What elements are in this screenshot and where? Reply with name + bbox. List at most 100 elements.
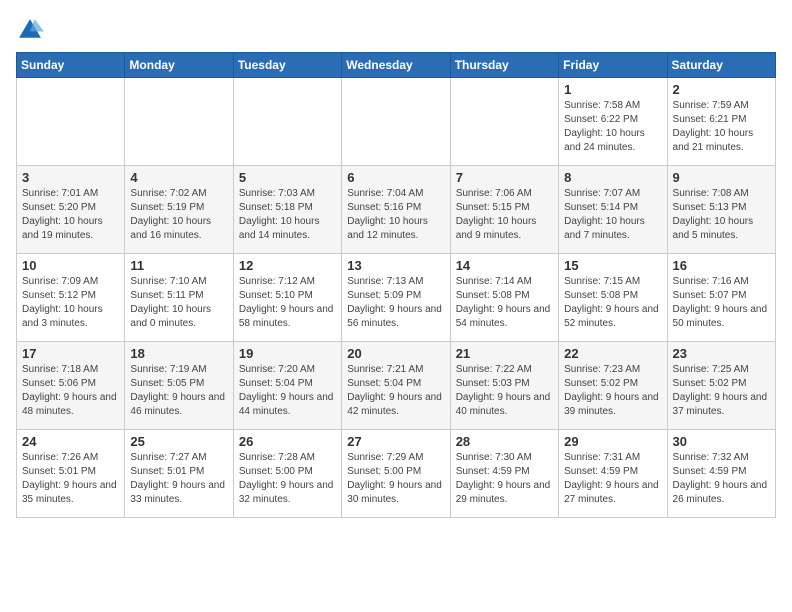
day-number: 19 (239, 346, 336, 361)
calendar-cell: 4 Sunrise: 7:02 AM Sunset: 5:19 PM Daylig… (125, 166, 233, 254)
day-number: 13 (347, 258, 444, 273)
day-number: 1 (564, 82, 661, 97)
calendar-cell: 6 Sunrise: 7:04 AM Sunset: 5:16 PM Daylig… (342, 166, 450, 254)
weekday-header-tuesday: Tuesday (233, 53, 341, 78)
day-number: 11 (130, 258, 227, 273)
day-number: 27 (347, 434, 444, 449)
weekday-header-sunday: Sunday (17, 53, 125, 78)
weekday-header-wednesday: Wednesday (342, 53, 450, 78)
day-info: Sunrise: 7:09 AM Sunset: 5:12 PM Dayligh… (22, 275, 119, 331)
day-info: Sunrise: 7:18 AM Sunset: 5:06 PM Dayligh… (22, 363, 119, 419)
day-info: Sunrise: 7:20 AM Sunset: 5:04 PM Dayligh… (239, 363, 336, 419)
day-number: 29 (564, 434, 661, 449)
calendar-cell: 5 Sunrise: 7:03 AM Sunset: 5:18 PM Daylig… (233, 166, 341, 254)
calendar-cell: 17 Sunrise: 7:18 AM Sunset: 5:06 PM Dayli… (17, 342, 125, 430)
day-number: 28 (456, 434, 553, 449)
day-info: Sunrise: 7:32 AM Sunset: 4:59 PM Dayligh… (673, 451, 770, 507)
day-info: Sunrise: 7:23 AM Sunset: 5:02 PM Dayligh… (564, 363, 661, 419)
day-number: 15 (564, 258, 661, 273)
calendar-cell: 15 Sunrise: 7:15 AM Sunset: 5:08 PM Dayli… (559, 254, 667, 342)
day-info: Sunrise: 7:10 AM Sunset: 5:11 PM Dayligh… (130, 275, 227, 331)
calendar-cell: 1 Sunrise: 7:58 AM Sunset: 6:22 PM Daylig… (559, 78, 667, 166)
day-info: Sunrise: 7:12 AM Sunset: 5:10 PM Dayligh… (239, 275, 336, 331)
calendar-body: 1 Sunrise: 7:58 AM Sunset: 6:22 PM Daylig… (17, 78, 776, 518)
calendar-cell: 3Sunrise: 7:01 AM Sunset: 5:20 PM Daylig… (17, 166, 125, 254)
day-number: 3 (22, 170, 119, 185)
calendar-cell: 9 Sunrise: 7:08 AM Sunset: 5:13 PM Daylig… (667, 166, 775, 254)
day-number: 24 (22, 434, 119, 449)
calendar-cell: 16Sunrise: 7:16 AM Sunset: 5:07 PM Dayli… (667, 254, 775, 342)
calendar-cell: 7 Sunrise: 7:06 AM Sunset: 5:15 PM Daylig… (450, 166, 558, 254)
calendar-cell (125, 78, 233, 166)
calendar-cell: 21 Sunrise: 7:22 AM Sunset: 5:03 PM Dayli… (450, 342, 558, 430)
day-number: 23 (673, 346, 770, 361)
calendar-cell: 11 Sunrise: 7:10 AM Sunset: 5:11 PM Dayli… (125, 254, 233, 342)
calendar-cell (233, 78, 341, 166)
calendar-cell: 18 Sunrise: 7:19 AM Sunset: 5:05 PM Dayli… (125, 342, 233, 430)
day-info: Sunrise: 7:08 AM Sunset: 5:13 PM Dayligh… (673, 187, 770, 243)
weekday-header-monday: Monday (125, 53, 233, 78)
day-number: 8 (564, 170, 661, 185)
day-info: Sunrise: 7:28 AM Sunset: 5:00 PM Dayligh… (239, 451, 336, 507)
day-number: 21 (456, 346, 553, 361)
calendar-cell: 2 Sunrise: 7:59 AM Sunset: 6:21 PM Daylig… (667, 78, 775, 166)
calendar-cell: 14 Sunrise: 7:14 AM Sunset: 5:08 PM Dayli… (450, 254, 558, 342)
page-header (16, 16, 776, 44)
day-info: Sunrise: 7:15 AM Sunset: 5:08 PM Dayligh… (564, 275, 661, 331)
day-info: Sunrise: 7:29 AM Sunset: 5:00 PM Dayligh… (347, 451, 444, 507)
calendar-cell: 23 Sunrise: 7:25 AM Sunset: 5:02 PM Dayli… (667, 342, 775, 430)
day-number: 25 (130, 434, 227, 449)
day-number: 12 (239, 258, 336, 273)
calendar-cell: 29Sunrise: 7:31 AM Sunset: 4:59 PM Dayli… (559, 430, 667, 518)
calendar-cell (450, 78, 558, 166)
logo-icon (16, 16, 44, 44)
day-number: 6 (347, 170, 444, 185)
day-info: Sunrise: 7:59 AM Sunset: 6:21 PM Dayligh… (673, 99, 770, 155)
day-info: Sunrise: 7:02 AM Sunset: 5:19 PM Dayligh… (130, 187, 227, 243)
calendar-cell: 27 Sunrise: 7:29 AM Sunset: 5:00 PM Dayli… (342, 430, 450, 518)
day-number: 18 (130, 346, 227, 361)
day-number: 22 (564, 346, 661, 361)
weekday-header-thursday: Thursday (450, 53, 558, 78)
day-number: 20 (347, 346, 444, 361)
calendar-cell: 28 Sunrise: 7:30 AM Sunset: 4:59 PM Dayli… (450, 430, 558, 518)
day-number: 26 (239, 434, 336, 449)
weekday-header-saturday: Saturday (667, 53, 775, 78)
weekday-header-friday: Friday (559, 53, 667, 78)
calendar-cell: 22 Sunrise: 7:23 AM Sunset: 5:02 PM Dayli… (559, 342, 667, 430)
day-number: 2 (673, 82, 770, 97)
day-number: 16 (673, 258, 770, 273)
day-info: Sunrise: 7:14 AM Sunset: 5:08 PM Dayligh… (456, 275, 553, 331)
day-info: Sunrise: 7:30 AM Sunset: 4:59 PM Dayligh… (456, 451, 553, 507)
calendar-table: SundayMondayTuesdayWednesdayThursdayFrid… (16, 52, 776, 518)
calendar-cell: 25Sunrise: 7:27 AM Sunset: 5:01 PM Dayli… (125, 430, 233, 518)
day-info: Sunrise: 7:21 AM Sunset: 5:04 PM Dayligh… (347, 363, 444, 419)
calendar-cell (342, 78, 450, 166)
day-info: Sunrise: 7:03 AM Sunset: 5:18 PM Dayligh… (239, 187, 336, 243)
day-info: Sunrise: 7:58 AM Sunset: 6:22 PM Dayligh… (564, 99, 661, 155)
day-info: Sunrise: 7:07 AM Sunset: 5:14 PM Dayligh… (564, 187, 661, 243)
calendar-header: SundayMondayTuesdayWednesdayThursdayFrid… (17, 53, 776, 78)
day-number: 30 (673, 434, 770, 449)
day-info: Sunrise: 7:19 AM Sunset: 5:05 PM Dayligh… (130, 363, 227, 419)
calendar-cell: 13 Sunrise: 7:13 AM Sunset: 5:09 PM Dayli… (342, 254, 450, 342)
calendar-cell: 20 Sunrise: 7:21 AM Sunset: 5:04 PM Dayli… (342, 342, 450, 430)
day-number: 4 (130, 170, 227, 185)
calendar-cell: 10Sunrise: 7:09 AM Sunset: 5:12 PM Dayli… (17, 254, 125, 342)
day-info: Sunrise: 7:06 AM Sunset: 5:15 PM Dayligh… (456, 187, 553, 243)
day-number: 5 (239, 170, 336, 185)
calendar-cell: 8 Sunrise: 7:07 AM Sunset: 5:14 PM Daylig… (559, 166, 667, 254)
day-info: Sunrise: 7:04 AM Sunset: 5:16 PM Dayligh… (347, 187, 444, 243)
day-info: Sunrise: 7:22 AM Sunset: 5:03 PM Dayligh… (456, 363, 553, 419)
day-info: Sunrise: 7:26 AM Sunset: 5:01 PM Dayligh… (22, 451, 119, 507)
logo (16, 16, 48, 44)
day-number: 17 (22, 346, 119, 361)
calendar-cell (17, 78, 125, 166)
day-info: Sunrise: 7:25 AM Sunset: 5:02 PM Dayligh… (673, 363, 770, 419)
day-number: 7 (456, 170, 553, 185)
calendar-cell: 24 Sunrise: 7:26 AM Sunset: 5:01 PM Dayli… (17, 430, 125, 518)
day-number: 14 (456, 258, 553, 273)
calendar-cell: 26 Sunrise: 7:28 AM Sunset: 5:00 PM Dayli… (233, 430, 341, 518)
day-info: Sunrise: 7:13 AM Sunset: 5:09 PM Dayligh… (347, 275, 444, 331)
day-number: 9 (673, 170, 770, 185)
